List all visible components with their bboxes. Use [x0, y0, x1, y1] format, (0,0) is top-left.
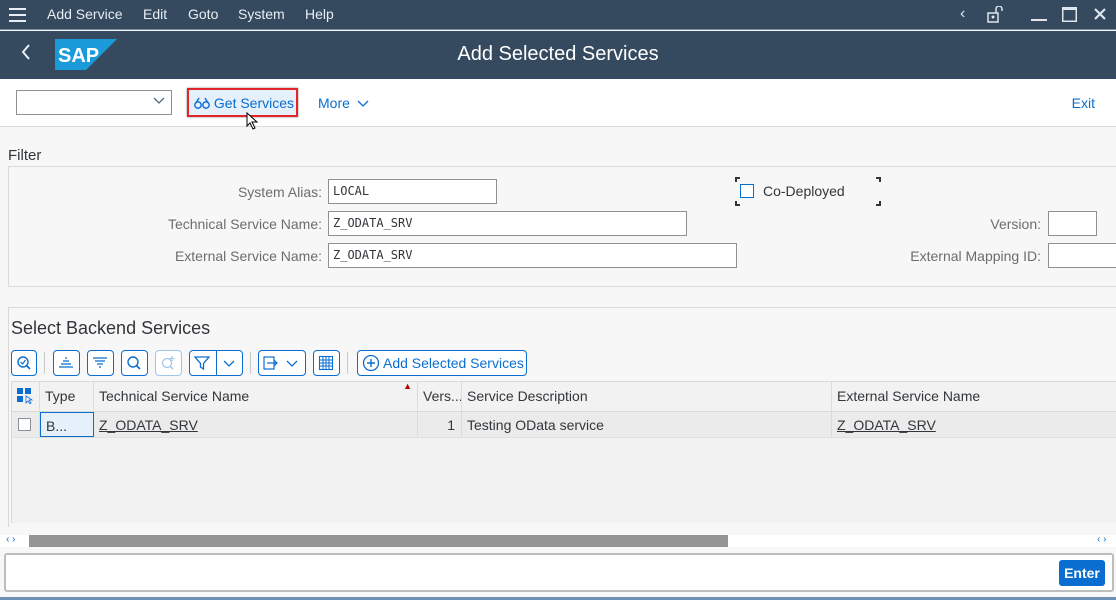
filter-section-label: Filter	[8, 147, 42, 164]
layout-button[interactable]	[313, 350, 340, 376]
toolbar-separator	[44, 352, 45, 374]
table-row[interactable]: B... Z_ODATA_SRV 1 Testing OData service…	[12, 412, 1116, 438]
sort-descending-button[interactable]	[87, 350, 114, 376]
service-description-cell: Testing OData service	[462, 412, 832, 437]
sort-ascending-button[interactable]	[53, 350, 80, 376]
column-header-version[interactable]: Vers...	[418, 382, 462, 411]
column-header-label: Technical Service Name	[99, 388, 250, 404]
horizontal-scrollbar[interactable]: ‹ › ‹ ›	[0, 534, 1116, 547]
focus-corner	[735, 177, 740, 182]
sort-indicator-icon: ▲	[403, 382, 412, 391]
system-alias-label: System Alias:	[237, 184, 322, 200]
row-select-cell[interactable]	[12, 412, 40, 437]
menu-system[interactable]: System	[238, 6, 285, 22]
menu-edit[interactable]: Edit	[143, 6, 167, 22]
action-combobox[interactable]	[16, 90, 172, 115]
co-deployed-checkbox[interactable]	[740, 184, 754, 198]
menu-help[interactable]: Help	[305, 6, 334, 22]
mouse-cursor-icon	[246, 112, 259, 130]
exit-button[interactable]: Exit	[1072, 95, 1095, 111]
version-label: Version:	[990, 216, 1041, 232]
column-header-technical-service-name[interactable]: Technical Service Name ▲	[94, 382, 418, 411]
get-services-button[interactable]: Get Services	[187, 88, 298, 117]
enter-button[interactable]: Enter	[1059, 560, 1105, 586]
details-button[interactable]	[11, 350, 37, 376]
backend-services-title: Select Backend Services	[11, 318, 211, 338]
filter-icon	[194, 356, 210, 371]
scroll-left-right-icon[interactable]: ‹ ›	[6, 534, 15, 545]
technical-service-name-input[interactable]: Z_ODATA_SRV	[328, 211, 687, 236]
external-service-name-input[interactable]: Z_ODATA_SRV	[328, 243, 737, 268]
search-next-icon	[161, 356, 175, 370]
export-icon	[263, 356, 278, 370]
version-input[interactable]	[1048, 211, 1097, 236]
table-layout-icon	[318, 355, 334, 371]
add-circle-icon	[362, 354, 380, 372]
search-icon	[127, 356, 141, 370]
row-checkbox[interactable]	[18, 418, 31, 431]
close-icon[interactable]	[1093, 7, 1107, 26]
unlock-icon[interactable]	[987, 5, 1005, 28]
minimize-icon[interactable]	[1031, 6, 1047, 27]
command-field[interactable]: Enter	[4, 553, 1114, 592]
find-button[interactable]	[121, 350, 148, 376]
type-cell[interactable]: B...	[40, 412, 94, 437]
version-cell: 1	[418, 412, 462, 437]
chevron-down-icon	[286, 360, 298, 367]
external-service-name-link[interactable]: Z_ODATA_SRV	[832, 412, 1116, 437]
focus-corner	[735, 201, 740, 206]
select-all-button[interactable]	[12, 382, 40, 411]
co-deployed-label: Co-Deployed	[763, 183, 845, 199]
collapse-icon[interactable]: ‹	[960, 5, 965, 23]
focus-corner	[876, 177, 881, 182]
focus-corner	[876, 201, 881, 206]
sort-ascending-icon	[59, 357, 73, 368]
filter-dropdown-button[interactable]	[189, 350, 243, 376]
co-deployed-checkbox-group[interactable]: Co-Deployed	[735, 177, 881, 206]
external-mapping-id-label: External Mapping ID:	[910, 248, 1041, 264]
technical-service-name-label: Technical Service Name:	[167, 216, 322, 232]
more-label: More	[318, 95, 350, 111]
hamburger-menu-icon[interactable]	[9, 8, 26, 22]
scrollbar-thumb[interactable]	[29, 535, 728, 547]
more-menu-button[interactable]: More	[318, 95, 369, 111]
zoom-details-icon	[17, 356, 31, 370]
menu-bar: Add Service Edit Goto System Help ‹	[0, 0, 1116, 30]
column-header-type[interactable]: Type	[40, 382, 94, 411]
split-divider	[216, 351, 217, 375]
page-title: Add Selected Services	[457, 43, 659, 65]
chevron-down-icon	[223, 360, 235, 367]
menu-add-service[interactable]: Add Service	[47, 6, 122, 22]
scroll-left-right-icon[interactable]: ‹ ›	[1097, 534, 1106, 545]
app-toolbar: Get Services More Exit	[0, 79, 1116, 127]
export-dropdown-button[interactable]	[258, 350, 306, 376]
add-selected-services-button[interactable]: Add Selected Services	[357, 350, 527, 376]
chevron-down-icon[interactable]	[153, 94, 165, 108]
external-service-name-label: External Service Name:	[174, 248, 322, 264]
shell-header: SAP Add Selected Services	[0, 31, 1116, 79]
sort-descending-icon	[93, 357, 107, 368]
table-header: Type Technical Service Name ▲ Vers... Se…	[12, 381, 1116, 412]
add-selected-services-label: Add Selected Services	[383, 355, 524, 371]
get-services-label: Get Services	[213, 95, 295, 111]
toolbar-separator	[250, 352, 251, 374]
system-alias-input[interactable]: LOCAL	[328, 179, 497, 204]
external-mapping-id-input[interactable]	[1048, 243, 1116, 268]
column-header-service-description[interactable]: Service Description	[462, 382, 832, 411]
backend-services-table: Type Technical Service Name ▲ Vers... Se…	[11, 381, 1116, 523]
chevron-down-icon	[357, 100, 369, 107]
toolbar-separator	[347, 352, 348, 374]
menu-goto[interactable]: Goto	[188, 6, 218, 22]
technical-service-name-link[interactable]: Z_ODATA_SRV	[94, 412, 418, 437]
column-header-external-service-name[interactable]: External Service Name	[832, 382, 1116, 411]
maximize-icon[interactable]	[1062, 7, 1077, 27]
select-all-icon	[17, 388, 34, 405]
binoculars-icon	[194, 97, 210, 109]
find-next-button[interactable]	[155, 350, 182, 376]
